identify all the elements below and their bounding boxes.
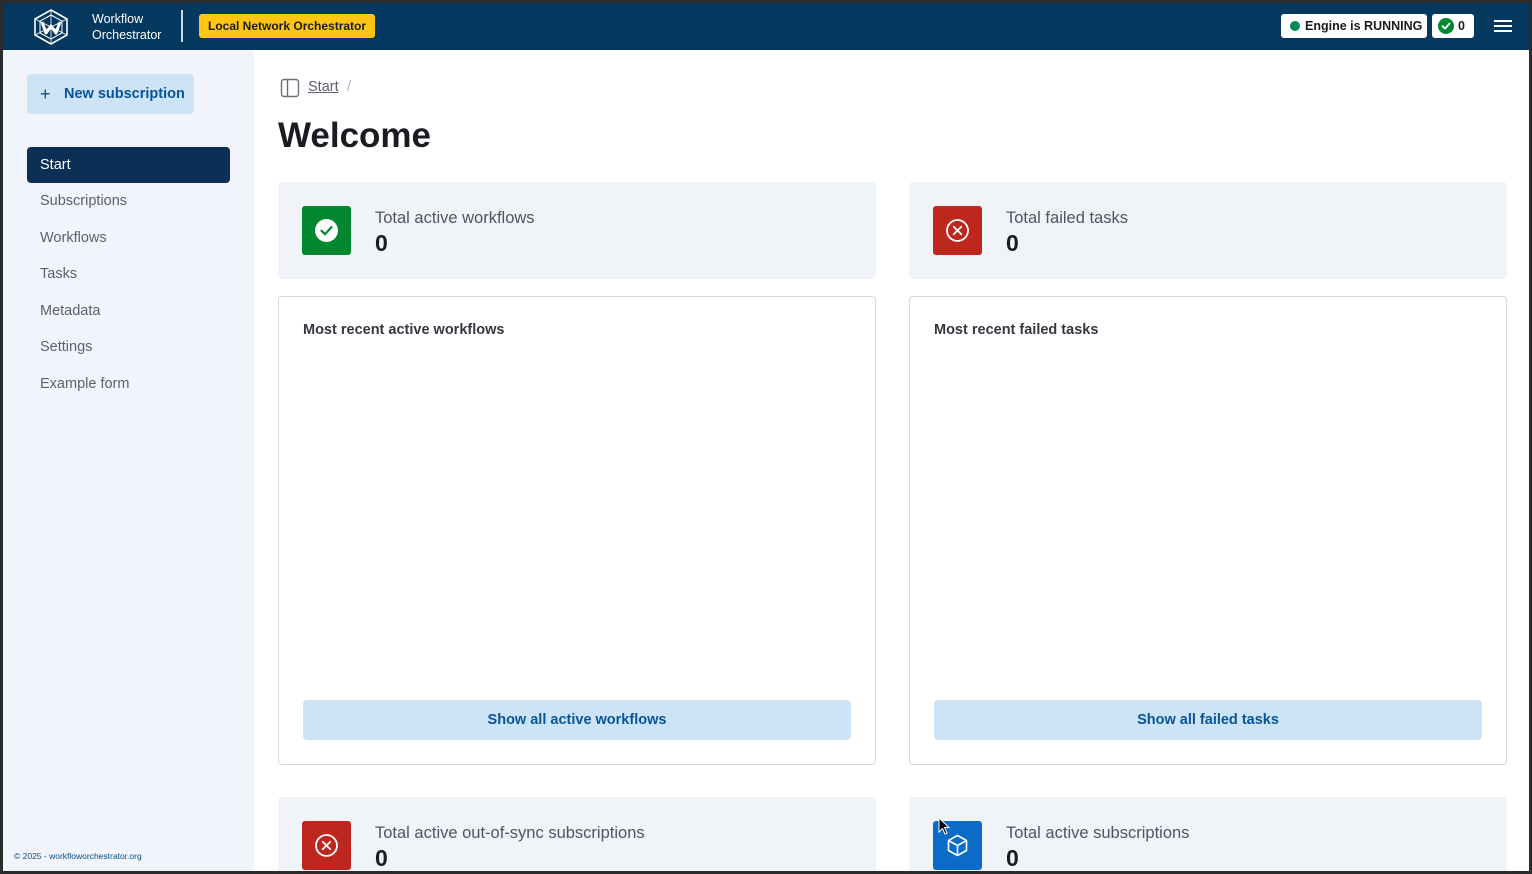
x-circle-icon <box>933 206 982 255</box>
recent-active-workflows-panel: Most recent active workflows Show all ac… <box>278 296 876 765</box>
stat-label: Total active workflows <box>375 209 535 227</box>
engine-status-label: Engine is RUNNING <box>1305 19 1423 33</box>
stat-label: Total failed tasks <box>1006 209 1128 227</box>
check-circle-icon <box>1438 18 1454 34</box>
top-header: Workflow Orchestrator Local Network Orch… <box>3 3 1529 50</box>
stat-card-active-subscriptions: Total active subscriptions 0 <box>909 797 1507 871</box>
sidebar-item-example-form[interactable]: Example form <box>27 366 230 402</box>
check-circle-icon <box>302 206 351 255</box>
stat-value: 0 <box>1006 845 1019 871</box>
copyright-footer-link[interactable]: © 2025 - workfloworchestrator.org <box>14 851 142 861</box>
main-content: Start / Welcome Total active workflows 0 <box>254 50 1529 871</box>
stat-value: 0 <box>375 230 388 256</box>
brand-line-2: Orchestrator <box>92 28 162 42</box>
page-title: Welcome <box>278 116 432 155</box>
plus-icon: + <box>40 84 51 104</box>
process-count: 0 <box>1458 19 1465 33</box>
stat-label: Total active out-of-sync subscriptions <box>375 824 645 842</box>
brand-name: Workflow Orchestrator <box>92 11 161 43</box>
show-all-active-workflows-button[interactable]: Show all active workflows <box>303 700 851 740</box>
panel-title: Most recent failed tasks <box>934 322 1099 338</box>
sidebar-item-workflows[interactable]: Workflows <box>27 220 230 256</box>
sidebar: + New subscription Start Subscriptions W… <box>3 50 254 871</box>
new-subscription-button[interactable]: + New subscription <box>27 74 194 114</box>
stat-card-failed-tasks: Total failed tasks 0 <box>909 182 1507 279</box>
stat-value: 0 <box>375 845 388 871</box>
sidebar-toggle-icon[interactable] <box>280 78 300 98</box>
sidebar-item-tasks[interactable]: Tasks <box>27 256 230 292</box>
sidebar-item-metadata[interactable]: Metadata <box>27 293 230 329</box>
sidebar-item-start[interactable]: Start <box>27 147 230 183</box>
new-subscription-label: New subscription <box>64 86 185 102</box>
sidebar-item-settings[interactable]: Settings <box>27 329 230 365</box>
stat-value: 0 <box>1006 230 1019 256</box>
status-dot-icon <box>1290 21 1300 31</box>
breadcrumb-separator: / <box>347 79 352 95</box>
show-all-failed-tasks-button[interactable]: Show all failed tasks <box>934 700 1482 740</box>
stat-card-active-workflows: Total active workflows 0 <box>278 182 876 279</box>
running-processes-badge[interactable]: 0 <box>1432 14 1474 38</box>
x-circle-icon <box>302 821 351 870</box>
app-window: Workflow Orchestrator Local Network Orch… <box>3 3 1529 871</box>
workflow-orchestrator-logo[interactable] <box>31 8 71 46</box>
brand-line-1: Workflow <box>92 12 144 26</box>
stat-label: Total active subscriptions <box>1006 824 1190 842</box>
environment-badge: Local Network Orchestrator <box>199 14 376 38</box>
recent-failed-tasks-panel: Most recent failed tasks Show all failed… <box>909 296 1507 765</box>
stat-card-out-of-sync-subscriptions: Total active out-of-sync subscriptions 0 <box>278 797 876 871</box>
breadcrumb-start-link[interactable]: Start <box>308 79 339 95</box>
sidebar-item-subscriptions[interactable]: Subscriptions <box>27 183 230 219</box>
panel-title: Most recent active workflows <box>303 322 505 338</box>
hamburger-menu-icon[interactable] <box>1493 18 1513 34</box>
header-divider <box>181 10 183 42</box>
mouse-cursor-icon <box>938 817 951 835</box>
engine-status-badge[interactable]: Engine is RUNNING <box>1281 14 1427 38</box>
